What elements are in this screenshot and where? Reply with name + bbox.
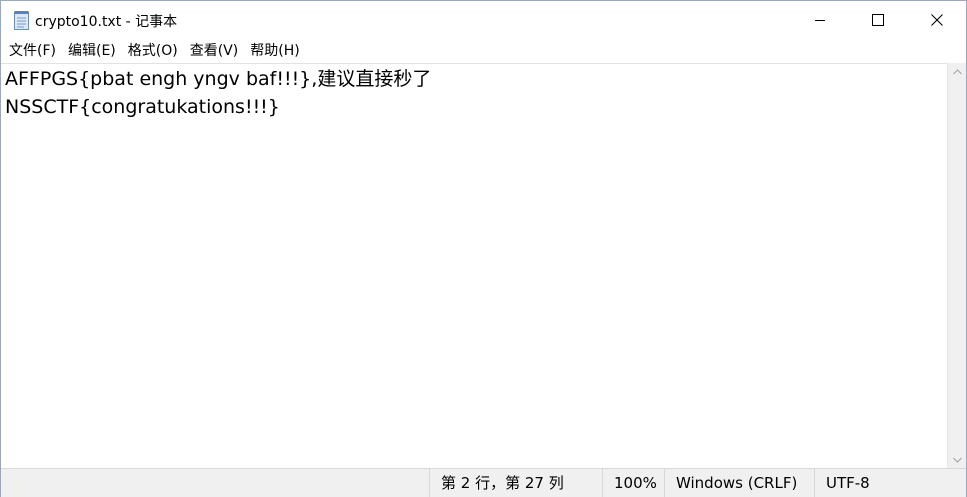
menu-view[interactable]: 查看(V) (184, 40, 245, 62)
notepad-icon (14, 11, 29, 30)
status-zoom: 100% (602, 469, 664, 497)
status-encoding: UTF-8 (814, 469, 966, 497)
status-bar: 第 2 行，第 27 列 100% Windows (CRLF) UTF-8 (1, 468, 966, 497)
notepad-window: crypto10.txt - 记事本 文件(F) 编辑(E) 格式(O) 查看(… (0, 0, 967, 497)
menu-edit[interactable]: 编辑(E) (62, 40, 122, 62)
menu-help[interactable]: 帮助(H) (244, 40, 305, 62)
maximize-icon (872, 14, 884, 26)
window-title: crypto10.txt - 记事本 (35, 14, 178, 30)
editor-line: NSSCTF{congratukations!!!} (5, 96, 280, 118)
chevron-down-icon (952, 457, 962, 463)
menu-bar: 文件(F) 编辑(E) 格式(O) 查看(V) 帮助(H) (1, 39, 966, 63)
scroll-down-button[interactable] (948, 451, 966, 468)
vertical-scrollbar[interactable] (947, 63, 966, 468)
menu-format[interactable]: 格式(O) (122, 40, 184, 62)
minimize-button[interactable] (791, 1, 849, 39)
minimize-icon (815, 20, 825, 21)
text-editor[interactable]: AFFPGS{pbat engh yngv baf!!!},建议直接秒了 NSS… (1, 63, 947, 468)
chevron-up-icon (952, 68, 962, 74)
close-button[interactable] (908, 1, 966, 39)
status-line-ending: Windows (CRLF) (664, 469, 814, 497)
editor-line: AFFPGS{pbat engh yngv baf!!!},建议直接秒了 (5, 68, 432, 90)
menu-file[interactable]: 文件(F) (3, 40, 62, 62)
maximize-button[interactable] (849, 1, 907, 39)
close-icon (931, 14, 943, 26)
scroll-up-button[interactable] (948, 63, 966, 80)
status-empty-segment (1, 469, 429, 497)
title-bar[interactable]: crypto10.txt - 记事本 (1, 1, 966, 39)
status-cursor-position: 第 2 行，第 27 列 (429, 469, 602, 497)
